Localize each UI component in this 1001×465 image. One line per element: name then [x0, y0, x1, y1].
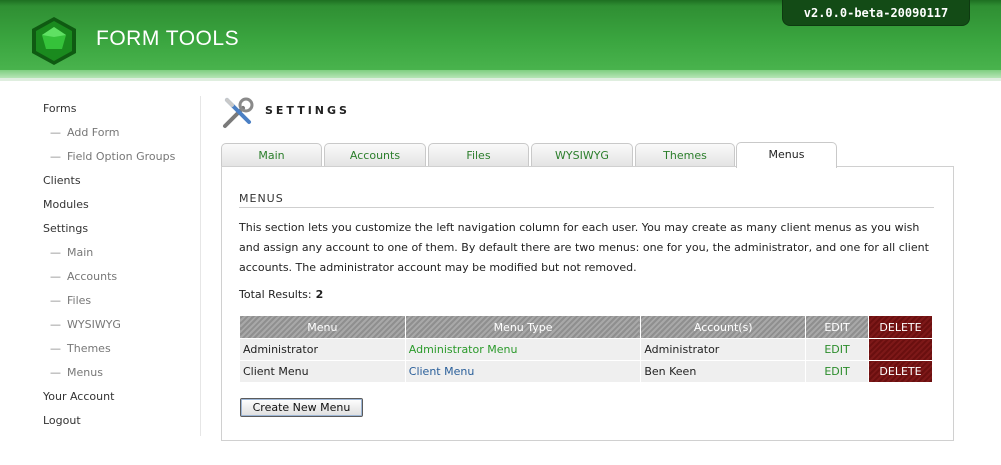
nav-sub-dash: —: [50, 246, 61, 259]
nav-modules[interactable]: Modules: [43, 198, 89, 211]
nav-forms[interactable]: Forms: [43, 102, 76, 115]
nav-clients[interactable]: Clients: [43, 174, 81, 187]
cell-menu-type: Client Menu: [404, 360, 642, 383]
nav-field-option-groups[interactable]: — Field Option Groups: [50, 150, 175, 163]
nav-your-account[interactable]: Your Account: [43, 390, 114, 403]
delete-link[interactable]: DELETE: [868, 360, 933, 383]
menu-type-link[interactable]: Administrator Menu: [409, 343, 518, 356]
header-strip: [0, 70, 1001, 78]
nav-sub-dash: —: [50, 294, 61, 307]
cell-edit: EDIT: [805, 360, 870, 383]
column-header-accounts[interactable]: Account(s): [640, 315, 807, 339]
column-header-edit: EDIT: [805, 315, 870, 339]
nav-settings-menus[interactable]: — Menus: [50, 366, 103, 379]
section-title: MENUS: [239, 192, 934, 208]
nav-sub-dash: —: [50, 342, 61, 355]
nav-add-form[interactable]: — Add Form: [50, 126, 120, 139]
wrench-screwdriver-icon: [223, 97, 254, 128]
app-title: FORM TOOLS: [96, 27, 240, 50]
section-description: This section lets you customize the left…: [239, 221, 929, 274]
create-new-menu-button[interactable]: Create New Menu: [240, 398, 363, 417]
cell-delete: [868, 338, 933, 361]
nav-settings-themes-label: Themes: [67, 342, 111, 355]
cell-menu: Administrator: [239, 338, 406, 361]
edit-link[interactable]: EDIT: [824, 365, 849, 378]
nav-settings-main[interactable]: — Main: [50, 246, 93, 259]
menus-table: Menu Menu Type Account(s) EDIT DELETE Ad…: [239, 315, 933, 383]
nav-field-option-groups-label: Field Option Groups: [67, 150, 176, 163]
table-row: Client Menu Client Menu Ben Keen EDIT DE…: [239, 360, 933, 383]
cell-menu-type: Administrator Menu: [404, 338, 642, 361]
nav-sub-dash: —: [50, 318, 61, 331]
page-title: SETTINGS: [265, 104, 350, 117]
cell-accounts: Administrator: [640, 338, 807, 361]
menus-panel: MENUS This section lets you customize th…: [221, 166, 954, 441]
nav-logout[interactable]: Logout: [43, 414, 81, 427]
table-header-row: Menu Menu Type Account(s) EDIT DELETE: [239, 315, 933, 339]
nav-settings-wysiwyg-label: WYSIWYG: [67, 318, 121, 331]
tab-main[interactable]: Main: [221, 143, 322, 167]
nav-settings-accounts[interactable]: — Accounts: [50, 270, 117, 283]
table-row: Administrator Administrator Menu Adminis…: [239, 338, 933, 361]
cell-edit: EDIT: [805, 338, 870, 361]
nav-sub-dash: —: [50, 150, 61, 163]
column-header-menu-type[interactable]: Menu Type: [404, 315, 642, 339]
nav-settings-wysiwyg[interactable]: — WYSIWYG: [50, 318, 121, 331]
nav-settings-accounts-label: Accounts: [67, 270, 118, 283]
nav-settings-files-label: Files: [67, 294, 92, 307]
header-divider: [0, 78, 1001, 81]
nav-settings-main-label: Main: [67, 246, 94, 259]
nav-settings-files[interactable]: — Files: [50, 294, 91, 307]
nav-settings[interactable]: Settings: [43, 222, 88, 235]
tab-wysiwyg[interactable]: WYSIWYG: [531, 143, 633, 167]
total-results-label: Total Results:: [239, 288, 312, 301]
menu-type-link[interactable]: Client Menu: [409, 365, 475, 378]
nav-sub-dash: —: [50, 366, 61, 379]
total-results-value: 2: [315, 288, 324, 301]
cell-menu: Client Menu: [239, 360, 406, 383]
nav-sub-dash: —: [50, 126, 61, 139]
tab-themes[interactable]: Themes: [635, 143, 735, 167]
version-badge: v2.0.0-beta-20090117: [782, 0, 970, 26]
cell-accounts: Ben Keen: [640, 360, 807, 383]
nav-add-form-label: Add Form: [67, 126, 120, 139]
tab-files[interactable]: Files: [428, 143, 529, 167]
nav-sub-dash: —: [50, 270, 61, 283]
tab-accounts[interactable]: Accounts: [324, 143, 426, 167]
column-header-menu[interactable]: Menu: [239, 315, 406, 339]
nav-settings-themes[interactable]: — Themes: [50, 342, 111, 355]
column-header-delete: DELETE: [868, 315, 933, 339]
total-results: Total Results: 2: [239, 288, 323, 301]
nav-settings-menus-label: Menus: [67, 366, 103, 379]
left-nav: [0, 96, 201, 436]
form-tools-logo[interactable]: [28, 15, 80, 67]
tab-menus[interactable]: Menus: [736, 142, 837, 168]
edit-link[interactable]: EDIT: [824, 343, 849, 356]
